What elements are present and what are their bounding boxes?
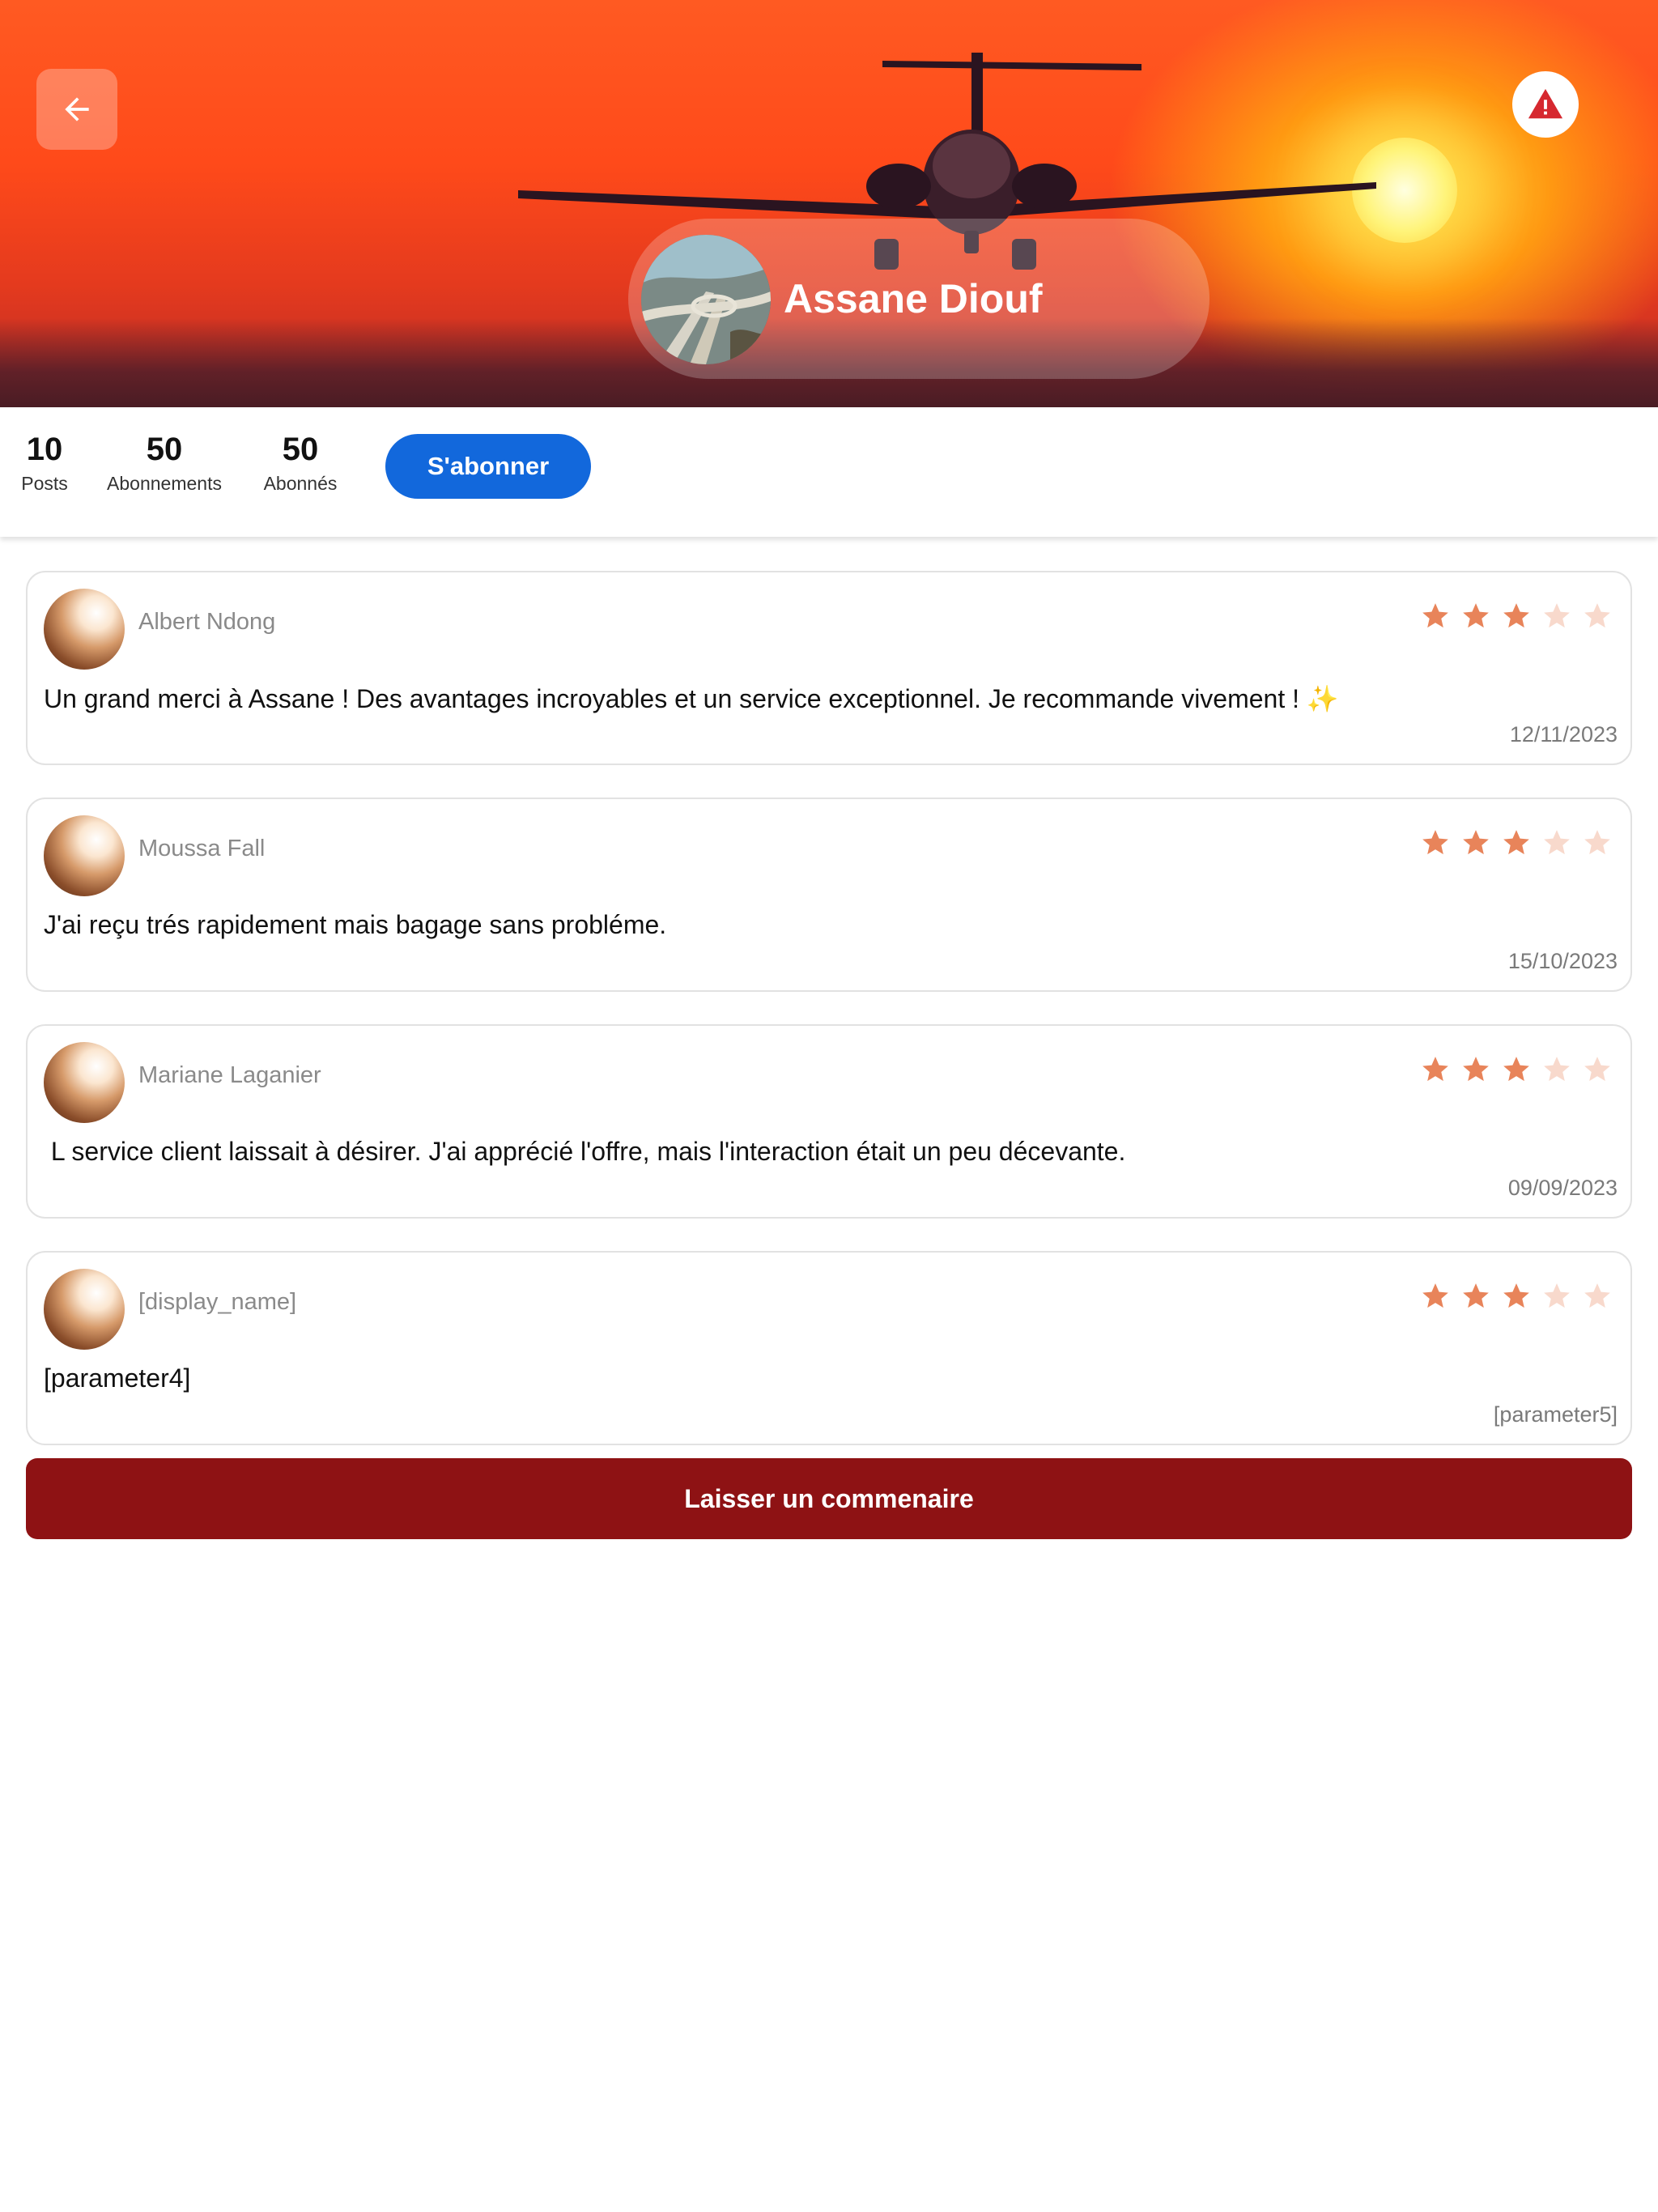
star-filled-icon (1422, 1057, 1448, 1082)
star-filled-icon (1422, 603, 1448, 628)
leave-comment-button[interactable]: Laisser un commenaire (26, 1458, 1632, 1539)
star-empty-icon (1544, 830, 1570, 855)
warning-triangle-icon (1528, 88, 1563, 119)
stat-following-value: 50 (146, 432, 183, 467)
reviewer-avatar[interactable] (44, 1269, 125, 1350)
reviewer-name[interactable]: Moussa Fall (138, 836, 265, 862)
review-text: Un grand merci à Assane ! Des avantages … (44, 684, 1339, 713)
star-empty-icon (1544, 603, 1570, 628)
stat-followers-label: Abonnés (263, 473, 338, 494)
review-date: 12/11/2023 (1509, 722, 1618, 747)
rating-stars (1420, 1281, 1613, 1312)
stats-bar: 10 Posts 50 Abonnements 50 Abonnés S'abo… (0, 407, 1658, 537)
review-date: 15/10/2023 (1507, 949, 1618, 973)
aerial-photo-graphic (641, 235, 771, 364)
star-filled-icon (1503, 1057, 1529, 1082)
star-filled-icon (1503, 830, 1529, 855)
star-empty-icon (1584, 1283, 1610, 1308)
review-date: 09/09/2023 (1507, 1176, 1618, 1200)
follow-button[interactable]: S'abonner (385, 434, 591, 499)
stat-posts[interactable]: 10 Posts (18, 432, 71, 495)
reviewer-avatar[interactable] (44, 1042, 125, 1123)
reviewer-name[interactable]: [display_name] (138, 1289, 296, 1316)
star-filled-icon (1463, 830, 1489, 855)
rating-stars (1420, 827, 1613, 858)
stat-followers-value: 50 (282, 432, 319, 467)
back-button[interactable] (36, 69, 117, 150)
star-empty-icon (1544, 1283, 1570, 1308)
star-filled-icon (1503, 603, 1529, 628)
star-filled-icon (1503, 1283, 1529, 1308)
review-text: L service client laissait à désirer. J'a… (44, 1137, 1126, 1166)
profile-name: Assane Diouf (784, 276, 1043, 321)
reviewer-avatar[interactable] (44, 589, 125, 670)
report-button[interactable] (1512, 71, 1579, 138)
stat-followers[interactable]: 50 Abonnés (257, 432, 343, 495)
star-empty-icon (1544, 1057, 1570, 1082)
stat-following[interactable]: 50 Abonnements (96, 432, 233, 495)
rating-stars (1420, 601, 1613, 632)
star-filled-icon (1463, 1283, 1489, 1308)
star-empty-icon (1584, 1057, 1610, 1082)
star-filled-icon (1463, 603, 1489, 628)
review-card: Albert Ndong Un grand merci à Assane ! De… (26, 571, 1632, 765)
arrow-left-icon (65, 97, 89, 121)
review-card: Mariane Laganier L service client laissa… (26, 1024, 1632, 1219)
profile-avatar[interactable] (641, 235, 771, 364)
stat-posts-label: Posts (21, 473, 68, 494)
review-text: [parameter4] (44, 1363, 191, 1393)
review-card: Moussa Fall J'ai reçu trés rapidement mai… (26, 798, 1632, 992)
star-empty-icon (1584, 603, 1610, 628)
reviewer-name[interactable]: Mariane Laganier (138, 1062, 321, 1089)
rating-stars (1420, 1054, 1613, 1085)
star-filled-icon (1463, 1057, 1489, 1082)
stat-posts-value: 10 (26, 432, 63, 467)
star-filled-icon (1422, 830, 1448, 855)
star-empty-icon (1584, 830, 1610, 855)
reviewer-avatar[interactable] (44, 815, 125, 896)
review-date: [parameter5] (1493, 1402, 1618, 1427)
stat-following-label: Abonnements (107, 473, 222, 494)
review-text: J'ai reçu trés rapidement mais bagage sa… (44, 910, 667, 939)
reviewer-name[interactable]: Albert Ndong (138, 609, 275, 636)
review-card: [display_name] [parameter4] [parameter5] (26, 1251, 1632, 1445)
star-filled-icon (1422, 1283, 1448, 1308)
